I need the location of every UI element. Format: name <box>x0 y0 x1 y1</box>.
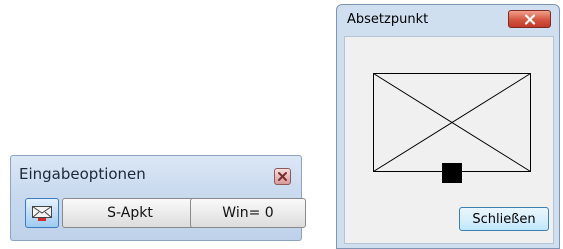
dialog-title: Absetzpunkt <box>347 12 429 27</box>
schliessen-button[interactable]: Schließen <box>459 207 549 231</box>
dialog-close-button[interactable] <box>508 10 551 28</box>
toolbar-title: Eingabeoptionen <box>19 165 146 183</box>
eingabeoptionen-toolbar: Eingabeoptionen S-Apkt Win= 0 <box>10 155 306 241</box>
envelope-icon <box>32 206 52 221</box>
dialog-content: Schließen <box>344 36 554 244</box>
close-icon <box>278 172 287 181</box>
toolbar-close-button[interactable] <box>274 168 291 185</box>
s-apkt-button[interactable]: S-Apkt <box>62 198 198 228</box>
close-icon <box>524 13 535 25</box>
win-button[interactable]: Win= 0 <box>190 198 306 228</box>
placement-point-icon <box>373 73 531 183</box>
absetzpunkt-dialog: Absetzpunkt Schließen <box>336 4 560 249</box>
mode-toggle-button[interactable] <box>25 198 59 228</box>
